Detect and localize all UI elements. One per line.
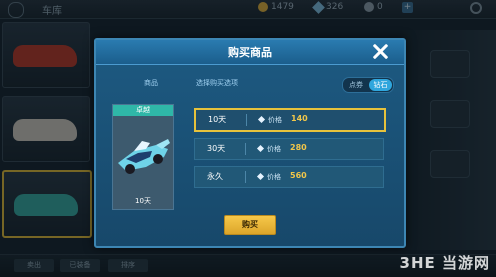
race-car-image xyxy=(118,139,170,174)
option-days: 30天 xyxy=(207,144,226,153)
option-price-label: 价格 xyxy=(267,173,281,181)
option-divider xyxy=(246,114,247,126)
option-10-days[interactable]: 10天 价格 140 xyxy=(194,108,386,132)
diamond-icon xyxy=(257,115,266,124)
close-icon[interactable] xyxy=(370,42,390,62)
option-price: 140 xyxy=(291,114,308,123)
purchase-dialog: 购买商品 商品 选择购买选项 点券 钻石 卓越 10天 10天 价格 140 3… xyxy=(94,38,406,248)
option-price-label: 价格 xyxy=(267,145,281,153)
currency-toggle[interactable]: 点券 钻石 xyxy=(342,77,394,93)
option-divider xyxy=(245,171,246,183)
item-name: 卓越 xyxy=(113,105,173,116)
option-days: 永久 xyxy=(207,172,223,181)
tab-choose-option[interactable]: 选择购买选项 xyxy=(196,78,238,88)
item-duration: 10天 xyxy=(135,197,151,205)
option-price-label: 价格 xyxy=(268,116,282,124)
diamond-icon xyxy=(256,144,265,153)
buy-button-label: 购买 xyxy=(242,220,258,229)
currency-option-diamond[interactable]: 钻石 xyxy=(369,79,392,91)
option-divider xyxy=(245,143,246,155)
diamond-icon xyxy=(256,172,265,181)
buy-button[interactable]: 购买 xyxy=(224,215,276,235)
dialog-title: 购买商品 xyxy=(228,46,272,59)
option-price: 560 xyxy=(290,171,307,180)
watermark-logo: 3HE 当游网 xyxy=(399,254,490,272)
item-card: 卓越 10天 xyxy=(112,104,174,210)
tab-product[interactable]: 商品 xyxy=(144,78,158,88)
option-days: 10天 xyxy=(208,115,227,124)
option-30-days[interactable]: 30天 价格 280 xyxy=(194,138,384,160)
option-permanent[interactable]: 永久 价格 560 xyxy=(194,166,384,188)
currency-option-coupon[interactable]: 点券 xyxy=(345,79,367,91)
option-price: 280 xyxy=(290,143,307,152)
dialog-header: 购买商品 xyxy=(96,40,404,65)
